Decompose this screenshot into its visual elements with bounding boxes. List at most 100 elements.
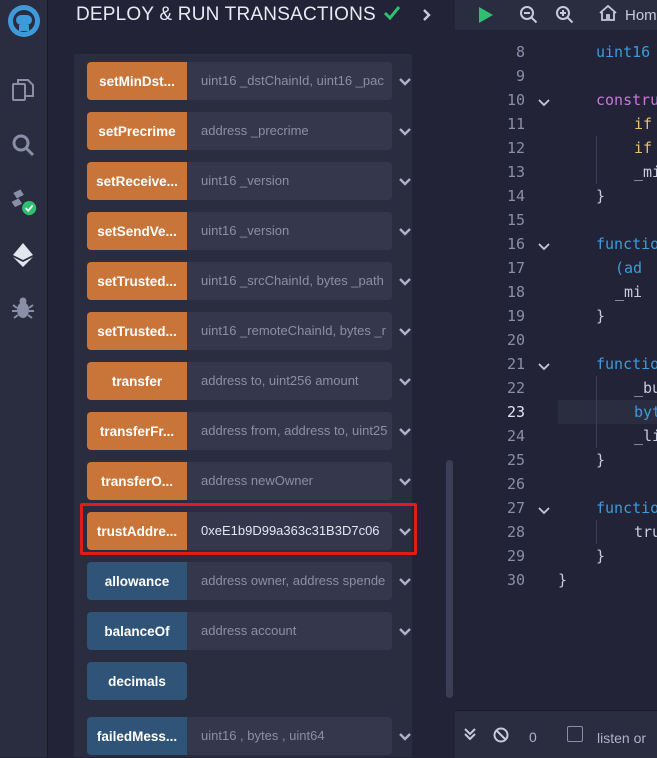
line-number: 29 — [506, 547, 525, 565]
function-row: setTrusted... uint16 _srcChainId, bytes _… — [87, 262, 412, 300]
function-params-input[interactable]: address to, uint256 amount — [187, 362, 392, 400]
function-row: balanceOf address account — [87, 612, 412, 650]
code-line: uint16 — [596, 43, 651, 61]
function-params-input[interactable]: uint16 , bytes , uint64 — [187, 717, 392, 755]
fold-chevron-icon[interactable] — [537, 359, 551, 377]
code-line: (ad — [615, 259, 643, 277]
code-line: _li — [634, 427, 657, 445]
scrollbar-thumb[interactable] — [446, 460, 453, 698]
function-button[interactable]: allowance — [87, 562, 187, 600]
code-line: _bu — [634, 379, 657, 397]
listen-checkbox[interactable] — [567, 726, 583, 742]
line-number: 23 — [506, 403, 525, 421]
zoom-out-icon[interactable] — [519, 5, 539, 30]
line-number: 15 — [506, 211, 525, 229]
function-params-input[interactable]: uint16 _remoteChainId, bytes _r — [187, 312, 392, 350]
line-number: 16 — [506, 235, 525, 253]
line-number: 10 — [506, 91, 525, 109]
function-params-input[interactable]: address newOwner — [187, 462, 392, 500]
function-button[interactable]: setReceive... — [87, 162, 187, 200]
line-number: 21 — [506, 355, 525, 373]
pending-tx-count: 0 — [529, 729, 537, 745]
chevron-right-icon[interactable] — [421, 6, 433, 29]
deploy-run-icon[interactable] — [8, 240, 38, 270]
line-number: 17 — [506, 259, 525, 277]
chevron-down-icon[interactable] — [398, 325, 412, 337]
code-line: tru — [634, 523, 657, 541]
listen-label: listen or — [597, 730, 647, 746]
fold-chevron-icon[interactable] — [537, 239, 551, 257]
function-params-input[interactable]: uint16 _version — [187, 212, 392, 250]
tab-home[interactable]: Hom — [598, 0, 657, 30]
remix-logo-icon[interactable] — [5, 2, 43, 40]
code-line: } — [596, 187, 606, 205]
file-explorer-icon[interactable] — [8, 75, 38, 105]
debugger-icon[interactable] — [8, 293, 38, 323]
chevron-down-icon[interactable] — [398, 475, 412, 487]
code-line: } — [596, 547, 606, 565]
function-button[interactable]: setMinDst... — [87, 62, 187, 100]
code-line: functio — [596, 355, 657, 373]
deploy-run-panel: DEPLOY & RUN TRANSACTIONS setMinDst... ui… — [58, 0, 438, 757]
line-number: 20 — [506, 331, 525, 349]
function-params-input[interactable]: uint16 _srcChainId, bytes _path — [187, 262, 392, 300]
tab-home-label: Hom — [625, 6, 657, 24]
function-button[interactable]: balanceOf — [87, 612, 187, 650]
fold-chevron-icon[interactable] — [537, 503, 551, 521]
function-button[interactable]: setSendVe... — [87, 212, 187, 250]
editor-body[interactable]: 8 uint16 9 10 constru 11 if 12 if 13 _mi 14} 15 16 fun… — [455, 30, 657, 710]
function-button[interactable]: transferFr... — [87, 412, 187, 450]
run-script-icon[interactable] — [475, 5, 495, 30]
code-line: constru — [596, 91, 657, 109]
function-button[interactable]: transferO... — [87, 462, 187, 500]
chevron-down-icon[interactable] — [398, 375, 412, 387]
line-number: 22 — [506, 379, 525, 397]
chevron-down-icon[interactable] — [398, 625, 412, 637]
function-params-input[interactable]: address from, address to, uint25 — [187, 412, 392, 450]
fold-chevron-icon[interactable] — [537, 95, 551, 113]
compiler-icon[interactable] — [8, 186, 38, 216]
function-params-input[interactable]: uint16 _dstChainId, uint16 _pac — [187, 62, 392, 100]
line-number: 26 — [506, 475, 525, 493]
chevron-down-icon[interactable] — [398, 175, 412, 187]
function-button[interactable]: setPrecrime — [87, 112, 187, 150]
indent-guide — [596, 136, 597, 184]
function-button[interactable]: transfer — [87, 362, 187, 400]
line-number: 24 — [506, 427, 525, 445]
function-params-input[interactable]: uint16 _version — [187, 162, 392, 200]
chevron-down-icon[interactable] — [398, 275, 412, 287]
function-params-input[interactable]: address _precrime — [187, 112, 392, 150]
function-button[interactable]: failedMess... — [87, 717, 187, 755]
chevron-down-icon[interactable] — [398, 425, 412, 437]
chevron-down-icon[interactable] — [398, 75, 412, 87]
clear-console-icon[interactable] — [493, 727, 509, 748]
function-params-input[interactable]: 0xeE1b9D99a363c31B3D7c06 — [187, 512, 392, 550]
function-button[interactable]: setTrusted... — [87, 312, 187, 350]
function-params-input[interactable]: address owner, address spende — [187, 562, 392, 600]
code-line: functio — [596, 499, 657, 517]
chevron-down-icon[interactable] — [398, 225, 412, 237]
function-params-input[interactable]: address account — [187, 612, 392, 650]
search-icon[interactable] — [8, 130, 38, 160]
zoom-in-icon[interactable] — [555, 5, 575, 30]
chevron-down-icon[interactable] — [398, 125, 412, 137]
chevron-down-icon[interactable] — [398, 525, 412, 537]
collapse-terminal-icon[interactable] — [463, 727, 477, 746]
line-number: 27 — [506, 499, 525, 517]
function-row: transferO... address newOwner — [87, 462, 412, 500]
chevron-down-icon[interactable] — [398, 730, 412, 742]
function-row: transfer address to, uint256 amount — [87, 362, 412, 400]
function-button[interactable]: decimals — [87, 662, 187, 700]
code-line: byt — [634, 403, 657, 421]
line-number: 8 — [515, 43, 525, 61]
code-line: _mi — [615, 283, 643, 301]
function-row: trustAddre... 0xeE1b9D99a363c31B3D7c06 — [87, 512, 412, 550]
line-number: 30 — [506, 571, 525, 589]
line-number: 19 — [506, 307, 525, 325]
code-line: } — [596, 451, 606, 469]
function-button[interactable]: trustAddre... — [87, 512, 187, 550]
chevron-down-icon[interactable] — [398, 575, 412, 587]
code-line: functio — [596, 235, 657, 253]
function-button[interactable]: setTrusted... — [87, 262, 187, 300]
code-line: _mi — [634, 163, 657, 181]
